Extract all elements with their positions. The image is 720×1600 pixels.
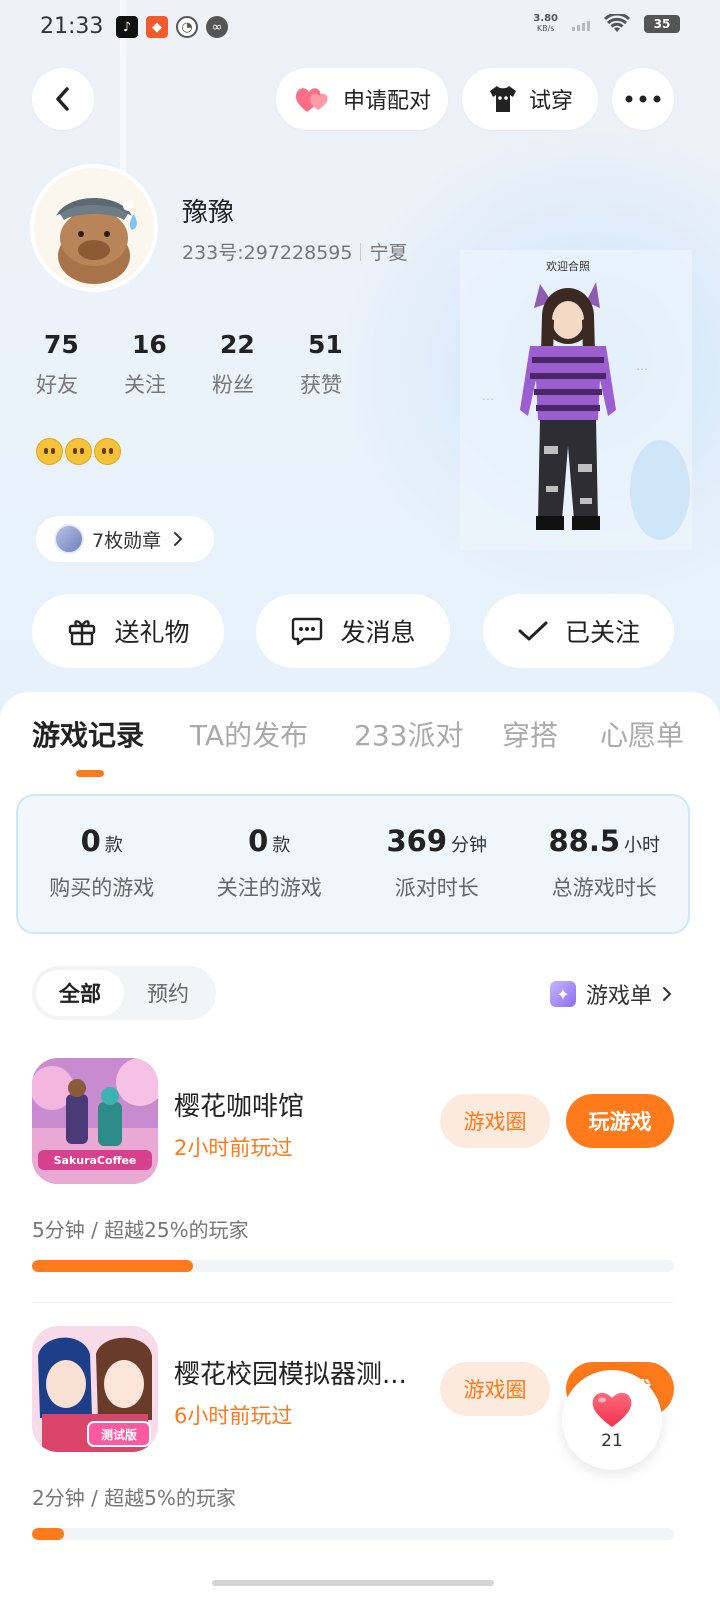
active-tab-indicator	[76, 770, 104, 777]
chevron-left-icon	[56, 87, 69, 111]
game-circle-button[interactable]: 游戏圈	[440, 1362, 550, 1416]
summary-total-playtime: 88.5 小时 总游戏时长	[548, 824, 661, 900]
filter-reserved[interactable]: 预约	[124, 970, 212, 1016]
stat-likes[interactable]: 51 获赞	[300, 330, 388, 399]
send-message-label: 发消息	[340, 618, 416, 647]
stat-following[interactable]: 16 关注	[124, 330, 212, 399]
summary-purchased-games[interactable]: 0款 购买的游戏	[18, 796, 186, 932]
chevron-right-icon	[174, 532, 183, 546]
home-indicator[interactable]	[212, 1580, 494, 1586]
user-avatar[interactable]	[30, 164, 158, 292]
like-count: 21	[601, 1431, 623, 1451]
game-icon-sakura-coffee[interactable]: SakuraCoffee	[32, 1058, 158, 1184]
signal-icon	[572, 17, 590, 31]
speechless-emoji-icon	[36, 438, 63, 465]
game-title: 樱花咖啡馆	[174, 1092, 305, 1122]
medals-button[interactable]: 7枚勋章	[36, 516, 214, 562]
game-progress-fill	[32, 1528, 65, 1540]
game-title: 樱花校园模拟器测...	[174, 1360, 407, 1390]
character-banner-text: 欢迎合照	[546, 259, 590, 273]
svg-text:…: …	[636, 359, 648, 373]
shopping-app-icon: ◆	[146, 16, 168, 38]
profile-tabs: 游戏记录 TA的发布 233派对 穿搭 心愿单	[0, 714, 720, 774]
back-button[interactable]	[32, 68, 94, 130]
chat-bubble-icon	[292, 617, 323, 646]
gift-icon	[69, 620, 96, 646]
summary-followed-games[interactable]: 0款 关注的游戏	[186, 796, 354, 932]
game-icon-sakura-school[interactable]: 测试版	[32, 1326, 158, 1452]
tab-outfits[interactable]: 穿搭	[502, 714, 558, 754]
user-id-row: 233号:297228595 宁夏	[182, 238, 407, 265]
game-playtime-stats: 2分钟 / 超越5%的玩家	[32, 1486, 236, 1510]
summary-party-duration: 369 分钟 派对时长	[386, 824, 488, 900]
checkmark-icon	[518, 621, 548, 641]
divider	[360, 242, 362, 261]
sparkle-icon: ✦	[549, 981, 576, 1007]
game-progress-fill	[32, 1260, 193, 1272]
more-options-button[interactable]	[612, 68, 674, 130]
sakura-school-artwork: 测试版	[32, 1326, 158, 1452]
request-match-button[interactable]: 申请配对	[276, 68, 448, 130]
stat-friends[interactable]: 75 好友	[36, 330, 124, 399]
send-message-button[interactable]: 发消息	[256, 594, 450, 668]
tiktok-icon: ♪	[116, 16, 138, 38]
medal-icon	[54, 524, 84, 554]
game-summary-card: 0款 购买的游戏 0款 关注的游戏 369 分钟 派对时长 88.5 小时 总游戏时…	[16, 794, 690, 934]
stat-followers[interactable]: 22 粉丝	[212, 330, 300, 399]
send-gift-button[interactable]: 送礼物	[32, 594, 224, 668]
network-speed: 3.80 KB/s	[533, 13, 558, 34]
tshirt-icon	[489, 86, 516, 112]
capybara-avatar-icon	[34, 168, 154, 288]
status-bar: 21:33 ♪ ◆ ◔ ∞ 3.80 KB/s 35	[0, 0, 720, 56]
status-time: 21:33	[40, 14, 104, 39]
request-match-label: 申请配对	[342, 89, 431, 114]
sync-icon: ◔	[176, 16, 198, 38]
medals-label: 7枚勋章	[92, 529, 162, 552]
svg-text:…: …	[482, 389, 494, 403]
user-name: 豫豫	[182, 198, 235, 228]
sakura-coffee-artwork: SakuraCoffee	[32, 1058, 158, 1184]
game-circle-button[interactable]: 游戏圈	[440, 1094, 550, 1148]
game-last-played: 6小时前玩过	[174, 1404, 293, 1428]
more-dots-icon	[625, 95, 661, 103]
game-last-played: 2小时前玩过	[174, 1136, 293, 1160]
notification-icons: ♪ ◆ ◔ ∞	[116, 16, 228, 38]
filter-all[interactable]: 全部	[36, 970, 124, 1016]
heart-icon	[592, 1392, 632, 1427]
game-filter-toggle: 全部 预约	[32, 966, 216, 1020]
tab-wishlist[interactable]: 心愿单	[600, 714, 684, 754]
game-list-link[interactable]: ✦ 游戏单	[549, 978, 672, 1010]
speechless-emoji-icon	[65, 438, 92, 465]
link-icon: ∞	[206, 16, 228, 38]
user-id: 233号:297228595	[182, 242, 353, 264]
tab-game-records[interactable]: 游戏记录	[32, 714, 144, 754]
tab-233-party[interactable]: 233派对	[354, 714, 463, 754]
character-avatar[interactable]: 欢迎合照 … …	[460, 250, 692, 550]
game-record-item[interactable]: SakuraCoffee 樱花咖啡馆 2小时前玩过 游戏圈 玩游戏 5分钟 / …	[0, 1058, 720, 1308]
divider	[32, 1302, 674, 1303]
followed-button[interactable]: 已关注	[483, 594, 674, 668]
speechless-emoji-icon	[94, 438, 121, 465]
try-on-button[interactable]: 试穿	[462, 68, 598, 130]
double-heart-icon	[295, 88, 328, 112]
play-game-button[interactable]: 玩游戏	[566, 1094, 674, 1148]
game-progress-bar	[32, 1528, 674, 1540]
try-on-label: 试穿	[528, 89, 573, 114]
profile-stats: 75 好友 16 关注 22 粉丝 51 获赞	[36, 330, 388, 399]
chevron-right-icon	[663, 987, 672, 1001]
tab-posts[interactable]: TA的发布	[190, 714, 308, 754]
game-list-label: 游戏单	[585, 984, 652, 1009]
battery-icon: 35	[644, 15, 680, 33]
bio-emojis	[36, 438, 121, 465]
wifi-icon	[604, 14, 630, 32]
test-version-badge-text: 测试版	[101, 1427, 137, 1442]
avatar-character-figure: 欢迎合照 … …	[460, 250, 692, 550]
sakura-coffee-logo-text: SakuraCoffee	[54, 1154, 137, 1167]
followed-label: 已关注	[564, 618, 640, 647]
user-region: 宁夏	[369, 242, 408, 264]
send-gift-label: 送礼物	[114, 618, 190, 647]
game-playtime-stats: 5分钟 / 超越25%的玩家	[32, 1218, 249, 1242]
game-progress-bar	[32, 1260, 674, 1272]
like-button[interactable]: 21	[562, 1370, 662, 1470]
